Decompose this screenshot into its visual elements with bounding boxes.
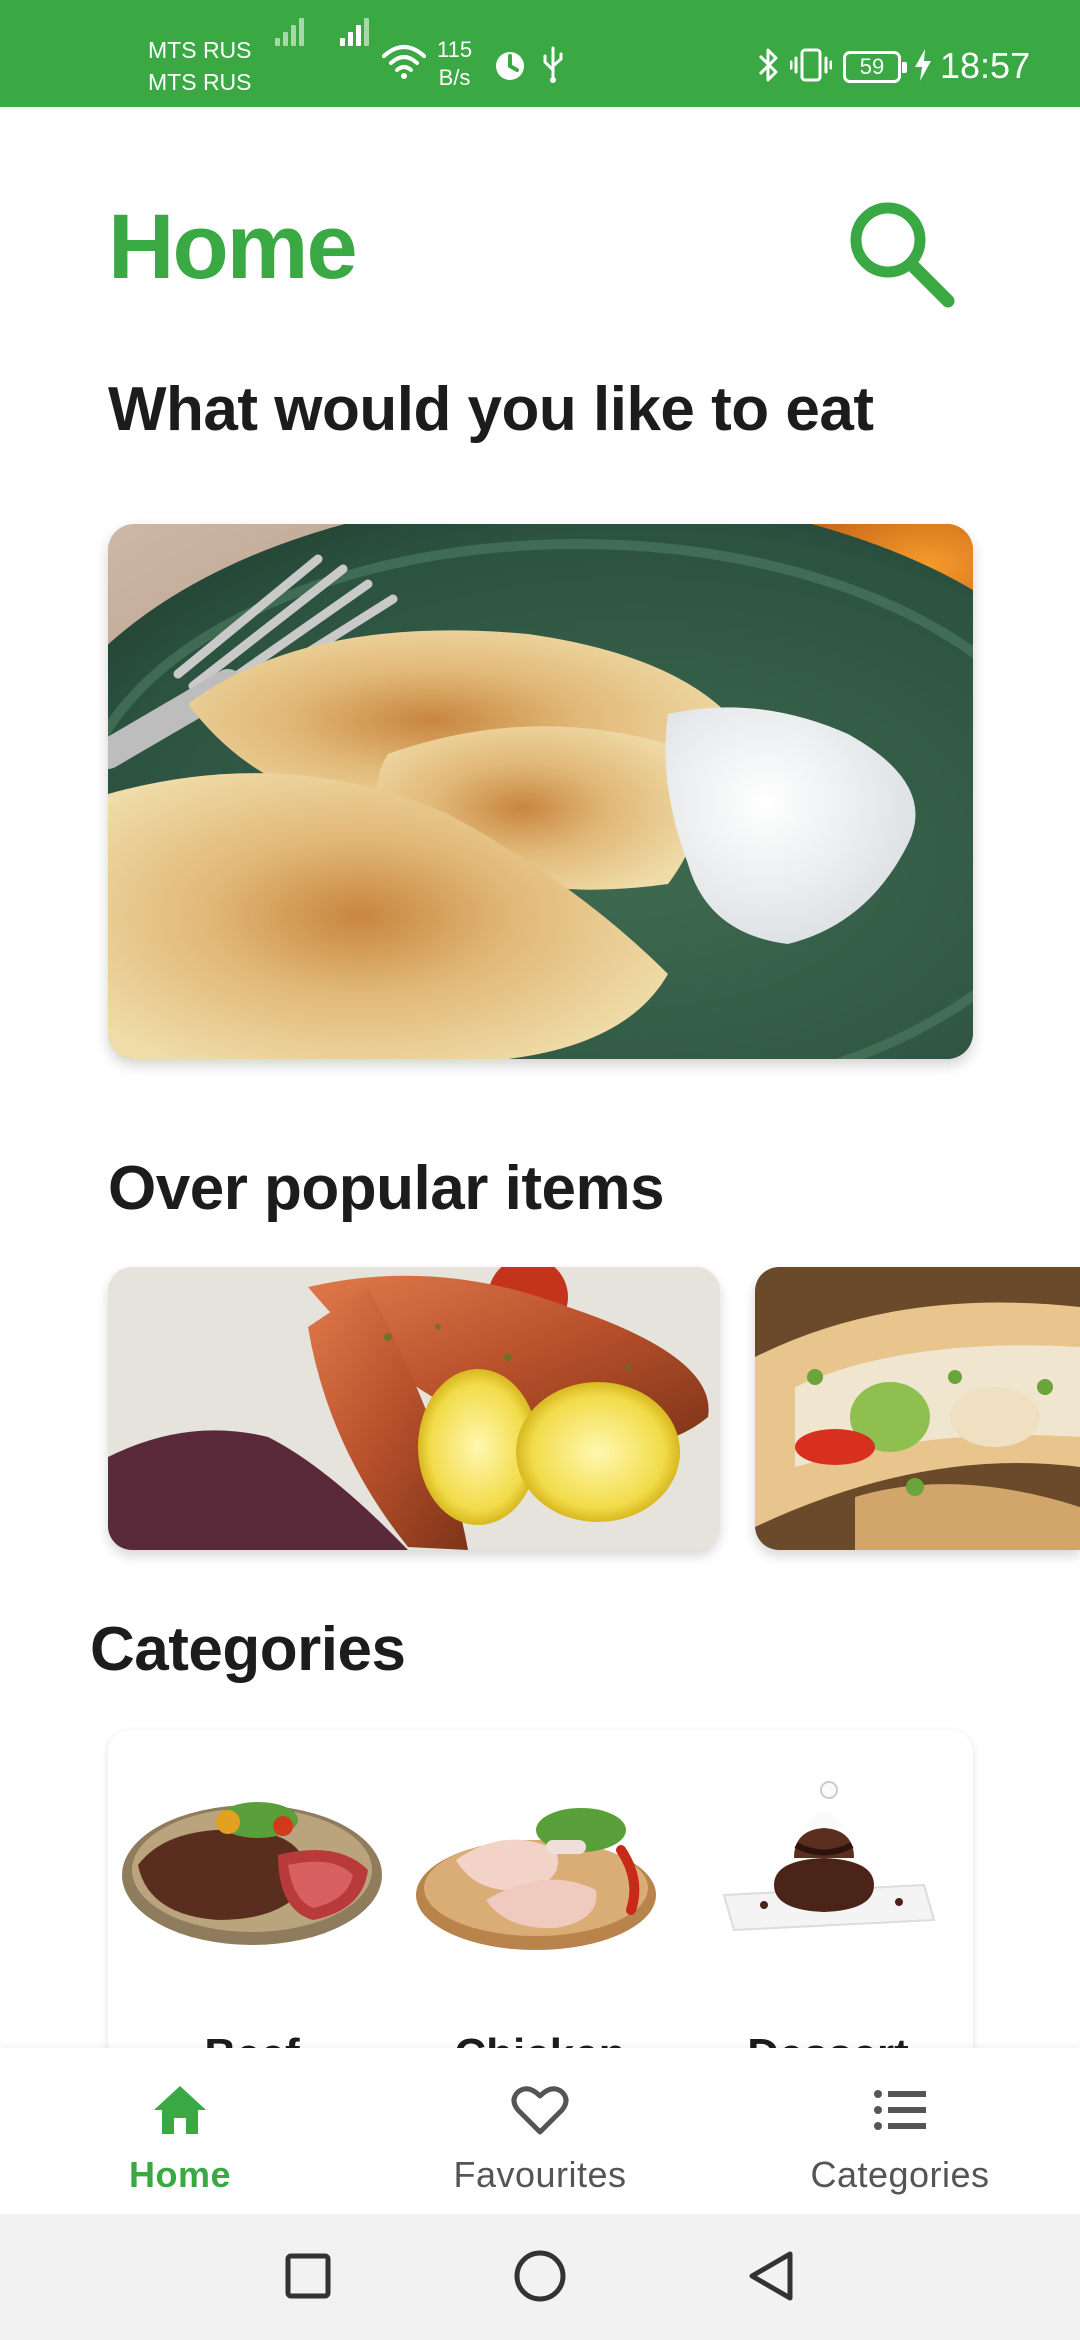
- home-circle-icon[interactable]: [480, 2214, 600, 2340]
- hero-food-card[interactable]: [108, 524, 973, 1059]
- nav-home[interactable]: Home: [0, 2048, 360, 2214]
- network-speed: 115 B/s: [437, 37, 473, 90]
- vibrate-icon: [790, 48, 832, 82]
- nav-label[interactable]: Home: [0, 2154, 360, 2196]
- search-icon[interactable]: [838, 192, 962, 316]
- hero-heading: What would you like to eat: [108, 375, 874, 444]
- heart-icon[interactable]: [510, 2080, 570, 2140]
- search-button[interactable]: [838, 192, 962, 316]
- grilled-steak-photo: [122, 1802, 382, 1945]
- battery-icon: 59: [843, 51, 907, 83]
- back-icon[interactable]: [710, 2214, 830, 2340]
- usb-icon: [543, 46, 563, 83]
- system-navigation-bar: [0, 2214, 1080, 2340]
- charging-icon: [915, 49, 931, 81]
- nav-favourites[interactable]: Favourites: [360, 2048, 720, 2214]
- timer-icon: [496, 52, 524, 80]
- back-button[interactable]: [710, 2214, 830, 2340]
- recent-apps-icon[interactable]: [248, 2214, 368, 2340]
- pierogi-with-sour-cream-photo: [108, 524, 973, 1059]
- battery-level: 59: [859, 54, 885, 79]
- recent-apps-button[interactable]: [248, 2214, 368, 2340]
- nav-categories[interactable]: Categories: [720, 2048, 1080, 2214]
- categories-heading: Categories: [90, 1615, 406, 1684]
- home-icon[interactable]: [150, 2080, 210, 2140]
- popular-heading: Over popular items: [108, 1154, 665, 1223]
- nav-label[interactable]: Favourites: [360, 2154, 720, 2196]
- bluetooth-icon: [758, 48, 778, 82]
- chocolate-dessert-photo: [722, 1781, 936, 1932]
- clock: 18:57: [940, 45, 1031, 86]
- popular-item-card[interactable]: [108, 1267, 720, 1550]
- home-system-button[interactable]: [480, 2214, 600, 2340]
- popular-item-card[interactable]: [755, 1267, 1080, 1550]
- wifi-icon: [382, 45, 426, 79]
- list-icon[interactable]: [870, 2080, 930, 2140]
- nav-label[interactable]: Categories: [720, 2154, 1080, 2196]
- status-bar: MTS RUS MTS RUS 115 B/s 59 18:57: [0, 0, 1080, 107]
- grilled-salmon-with-lemon-photo: [108, 1267, 720, 1550]
- carrier-2: MTS RUS: [148, 69, 252, 95]
- carrier-1: MTS RUS: [148, 37, 252, 63]
- bottom-navigation: Home Favourites Categories: [0, 2048, 1080, 2214]
- raw-chicken-legs-photo: [416, 1808, 656, 1950]
- fish-tacos-photo: [755, 1267, 1080, 1550]
- page-title: Home: [108, 196, 358, 298]
- carrier-names: MTS RUS MTS RUS: [148, 34, 252, 98]
